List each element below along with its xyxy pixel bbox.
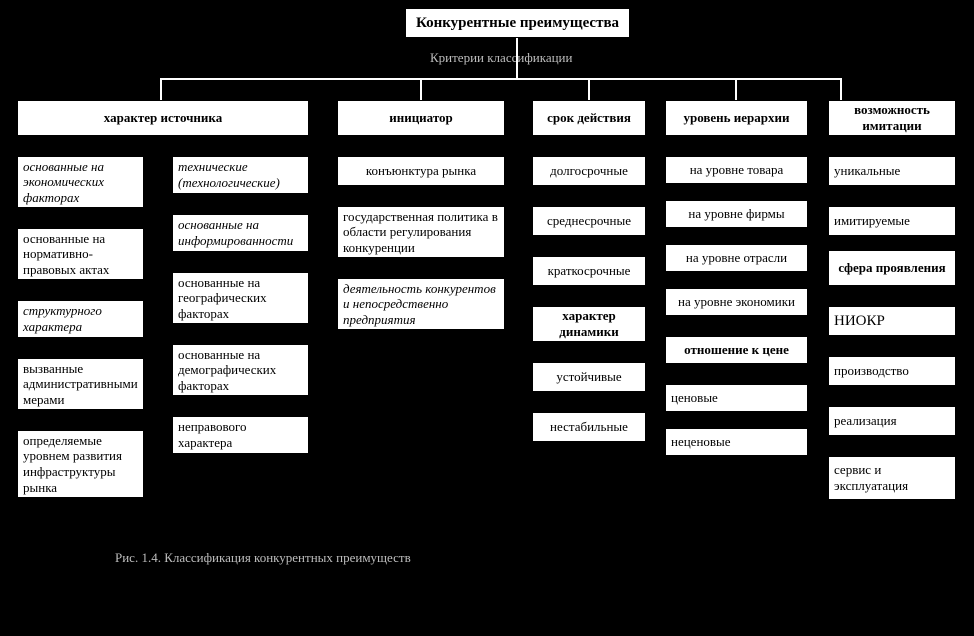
cat-duration: срок действия [532,100,646,136]
imit-unique: уникальные [828,156,956,186]
init-market: конъюнктура рынка [337,156,505,186]
line-drop-4 [735,78,737,100]
source-infra: определяемые уровнем развития инфраструк… [17,430,144,498]
init-gov: государственная политика в области регул… [337,206,505,258]
sphere-prod: производство [828,356,956,386]
hier-product: на уровне товара [665,156,808,184]
cat-price: отношение к цене [665,336,808,364]
source-illegal: неправового характера [172,416,309,454]
cat-initiator: инициатор [337,100,505,136]
dyn-unstable: нестабильные [532,412,646,442]
source-demo: основанные на демографических факторах [172,344,309,396]
line-root-down [516,38,518,78]
sphere-sales: реализация [828,406,956,436]
dur-short: краткосрочные [532,256,646,286]
line-drop-5 [840,78,842,100]
price-no: неценовые [665,428,808,456]
cat-source: характер источника [17,100,309,136]
dur-mid: среднесрочные [532,206,646,236]
subtitle-faded: Критерии классификации [430,50,572,66]
hier-economy: на уровне экономики [665,288,808,316]
dyn-stable: устойчивые [532,362,646,392]
cat-sphere: сфера проявления [828,250,956,286]
line-drop-2 [420,78,422,100]
cat-dynamics: характер динамики [532,306,646,342]
price-yes: ценовые [665,384,808,412]
source-admin: вызванные административными мерами [17,358,144,410]
source-technical: технические (технологические) [172,156,309,194]
source-structural: структурного характера [17,300,144,338]
source-geo: основанные на географических факторах [172,272,309,324]
sphere-rnd: НИОКР [828,306,956,336]
line-horizontal-main [160,78,840,80]
hier-industry: на уровне отрасли [665,244,808,272]
source-economic: основанные на экономических факторах [17,156,144,208]
imit-copy: имитируемые [828,206,956,236]
line-drop-1 [160,78,162,100]
sphere-service: сервис и эксплуатация [828,456,956,500]
cat-hierarchy: уровень иерархии [665,100,808,136]
dur-long: долгосрочные [532,156,646,186]
line-drop-3 [588,78,590,100]
figure-caption: Рис. 1.4. Классификация конкурентных пре… [115,550,411,566]
hier-firm: на уровне фирмы [665,200,808,228]
cat-imitation: возможность имитации [828,100,956,136]
source-inform: основанные на информированности [172,214,309,252]
root-box: Конкурентные преимущества [405,8,630,38]
source-normative: основанные на нормативно-правовых актах [17,228,144,280]
init-competitors: деятельность конкурентов и непосредствен… [337,278,505,330]
